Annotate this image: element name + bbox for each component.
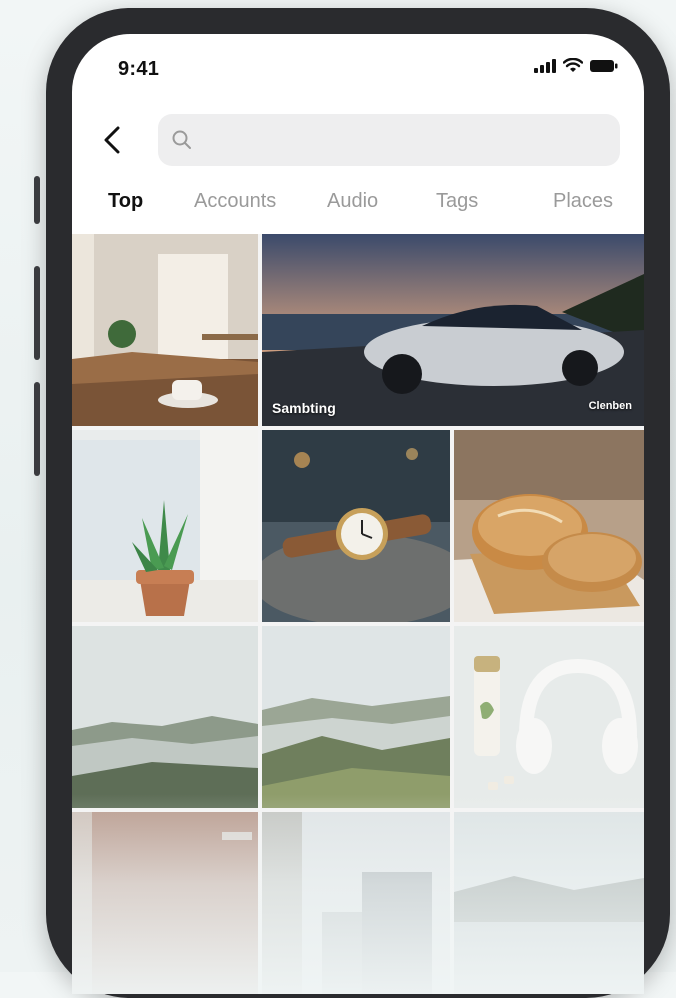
chevron-left-icon [104, 126, 120, 154]
tile-misty-hills-2[interactable] [262, 626, 450, 808]
tab-places[interactable]: Places [553, 190, 613, 213]
status-bar: 9:41 [72, 34, 644, 108]
explore-grid: Sambting Clenben [72, 234, 644, 994]
tile-headphones-bottle[interactable] [454, 626, 644, 808]
volume-up-button [34, 266, 40, 360]
tile-brand-watermark: Clenben [588, 400, 632, 412]
tile-caption: Sambting [272, 400, 336, 416]
tile-bread-loaves[interactable] [454, 430, 644, 622]
tile-wristwatch[interactable] [262, 430, 450, 622]
back-button[interactable] [98, 120, 128, 160]
tab-tags[interactable]: Tags [436, 190, 478, 213]
mute-switch [34, 176, 40, 224]
tile-sports-car[interactable]: Sambting Clenben [262, 234, 644, 426]
wifi-icon [563, 58, 583, 72]
cellular-signal-icon [534, 58, 556, 73]
status-icons [534, 58, 618, 73]
search-row [72, 112, 644, 168]
battery-icon [590, 59, 618, 72]
phone-screen: 9:41 Top Accounts Audio Tags Places Samb… [72, 34, 644, 994]
tile-cafe-coffee[interactable] [72, 234, 258, 426]
tile-misty-hills-1[interactable] [72, 626, 258, 808]
magnifier-icon [172, 130, 191, 149]
volume-down-button [34, 382, 40, 476]
tile-city-towers[interactable] [262, 812, 450, 994]
search-bar[interactable] [158, 114, 620, 168]
tile-succulent-plant[interactable] [72, 430, 258, 622]
tab-top[interactable]: Top [108, 190, 143, 213]
tile-lake-landscape[interactable] [454, 812, 644, 994]
filter-tabs: Top Accounts Audio Tags Places [72, 184, 644, 224]
status-time: 9:41 [118, 58, 160, 80]
tab-audio[interactable]: Audio [327, 190, 378, 213]
search-input[interactable] [202, 114, 606, 168]
tile-brick-building[interactable] [72, 812, 258, 994]
tab-accounts[interactable]: Accounts [194, 190, 276, 213]
